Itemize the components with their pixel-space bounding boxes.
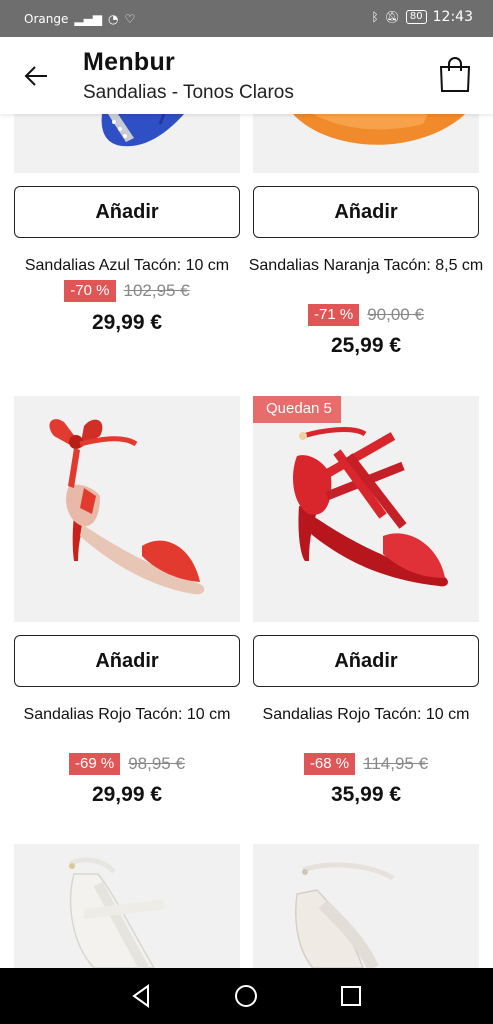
product-price: 35,99 € — [330, 783, 402, 806]
status-bar: Orange ▂▄▆ ◔ ♡ ᛒ 🔕︎ 80 12:43 — [0, 0, 493, 37]
carrier-label: Orange — [24, 12, 69, 26]
price-row: -71 % 90,00 € — [253, 304, 479, 326]
product-image[interactable] — [14, 396, 240, 622]
old-price: 114,95 € — [363, 754, 429, 773]
old-price: 102,95 € — [123, 281, 190, 300]
wifi-icon: ◔ — [108, 12, 119, 26]
product-image[interactable] — [14, 844, 240, 968]
add-to-cart-button[interactable]: Añadir — [14, 186, 240, 238]
product-grid: Añadir Sandalias Azul Tacón: 10 cm -70 %… — [0, 114, 493, 968]
health-icon: ♡ — [124, 12, 136, 26]
battery-icon: 80 — [405, 10, 427, 24]
orange-sandal-image — [293, 114, 465, 145]
discount-badge: -71 % — [308, 304, 360, 326]
nav-recents-button[interactable] — [337, 982, 365, 1010]
white-sandal-image — [68, 857, 165, 968]
app-header: Menbur Sandalias - Tonos Claros — [0, 37, 493, 114]
product-name: Sandalias Rojo Tacón: 10 cm — [23, 706, 231, 723]
mute-icon: 🔕︎ — [384, 10, 400, 24]
old-price: 98,95 € — [128, 754, 185, 773]
circle-home-icon — [235, 985, 257, 1007]
clock: 12:43 — [432, 9, 473, 25]
triangle-back-icon — [132, 984, 149, 1008]
shopping-bag-icon — [439, 57, 471, 92]
page-subtitle: Sandalias - Tonos Claros — [83, 82, 294, 103]
product-name: Sandalias Azul Tacón: 10 cm — [24, 257, 230, 274]
discount-badge: -68 % — [303, 753, 356, 775]
signal-icon: ▂▄▆ — [74, 12, 103, 26]
add-to-cart-button[interactable]: Añadir — [253, 635, 479, 687]
add-to-cart-button[interactable]: Añadir — [253, 186, 479, 238]
square-recents-icon — [341, 986, 361, 1006]
cart-button[interactable] — [437, 56, 473, 94]
price-row: -70 % 102,95 € — [14, 280, 240, 302]
blue-sandal-image — [101, 114, 184, 147]
product-price: 29,99 € — [91, 311, 163, 334]
back-arrow-icon — [24, 66, 47, 86]
product-name: Sandalias Naranja Tacón: 8,5 cm — [248, 257, 484, 274]
ivory-sandal-image — [295, 862, 395, 968]
product-price: 25,99 € — [330, 334, 402, 357]
stock-badge: Quedan 5 — [253, 396, 341, 423]
bluetooth-icon: ᛒ — [371, 10, 379, 24]
page-title: Menbur — [83, 48, 176, 76]
product-price: 29,99 € — [91, 783, 163, 806]
product-image[interactable] — [14, 114, 240, 173]
product-image[interactable] — [253, 844, 479, 968]
red-strappy-sandal-image — [293, 427, 448, 587]
nav-back-button[interactable] — [128, 982, 156, 1010]
system-nav-bar — [0, 968, 493, 1024]
discount-badge: -69 % — [69, 753, 121, 775]
old-price: 90,00 € — [367, 305, 424, 324]
back-button[interactable] — [22, 61, 52, 91]
price-row: -68 % 114,95 € — [253, 753, 479, 775]
product-image[interactable] — [253, 114, 479, 173]
product-name: Sandalias Rojo Tacón: 10 cm — [262, 706, 470, 723]
discount-badge: -70 % — [64, 280, 116, 302]
product-image[interactable]: Quedan 5 — [253, 396, 479, 622]
red-bow-sandal-image — [49, 419, 205, 595]
add-to-cart-button[interactable]: Añadir — [14, 635, 240, 687]
price-row: -69 % 98,95 € — [14, 753, 240, 775]
nav-home-button[interactable] — [232, 982, 260, 1010]
